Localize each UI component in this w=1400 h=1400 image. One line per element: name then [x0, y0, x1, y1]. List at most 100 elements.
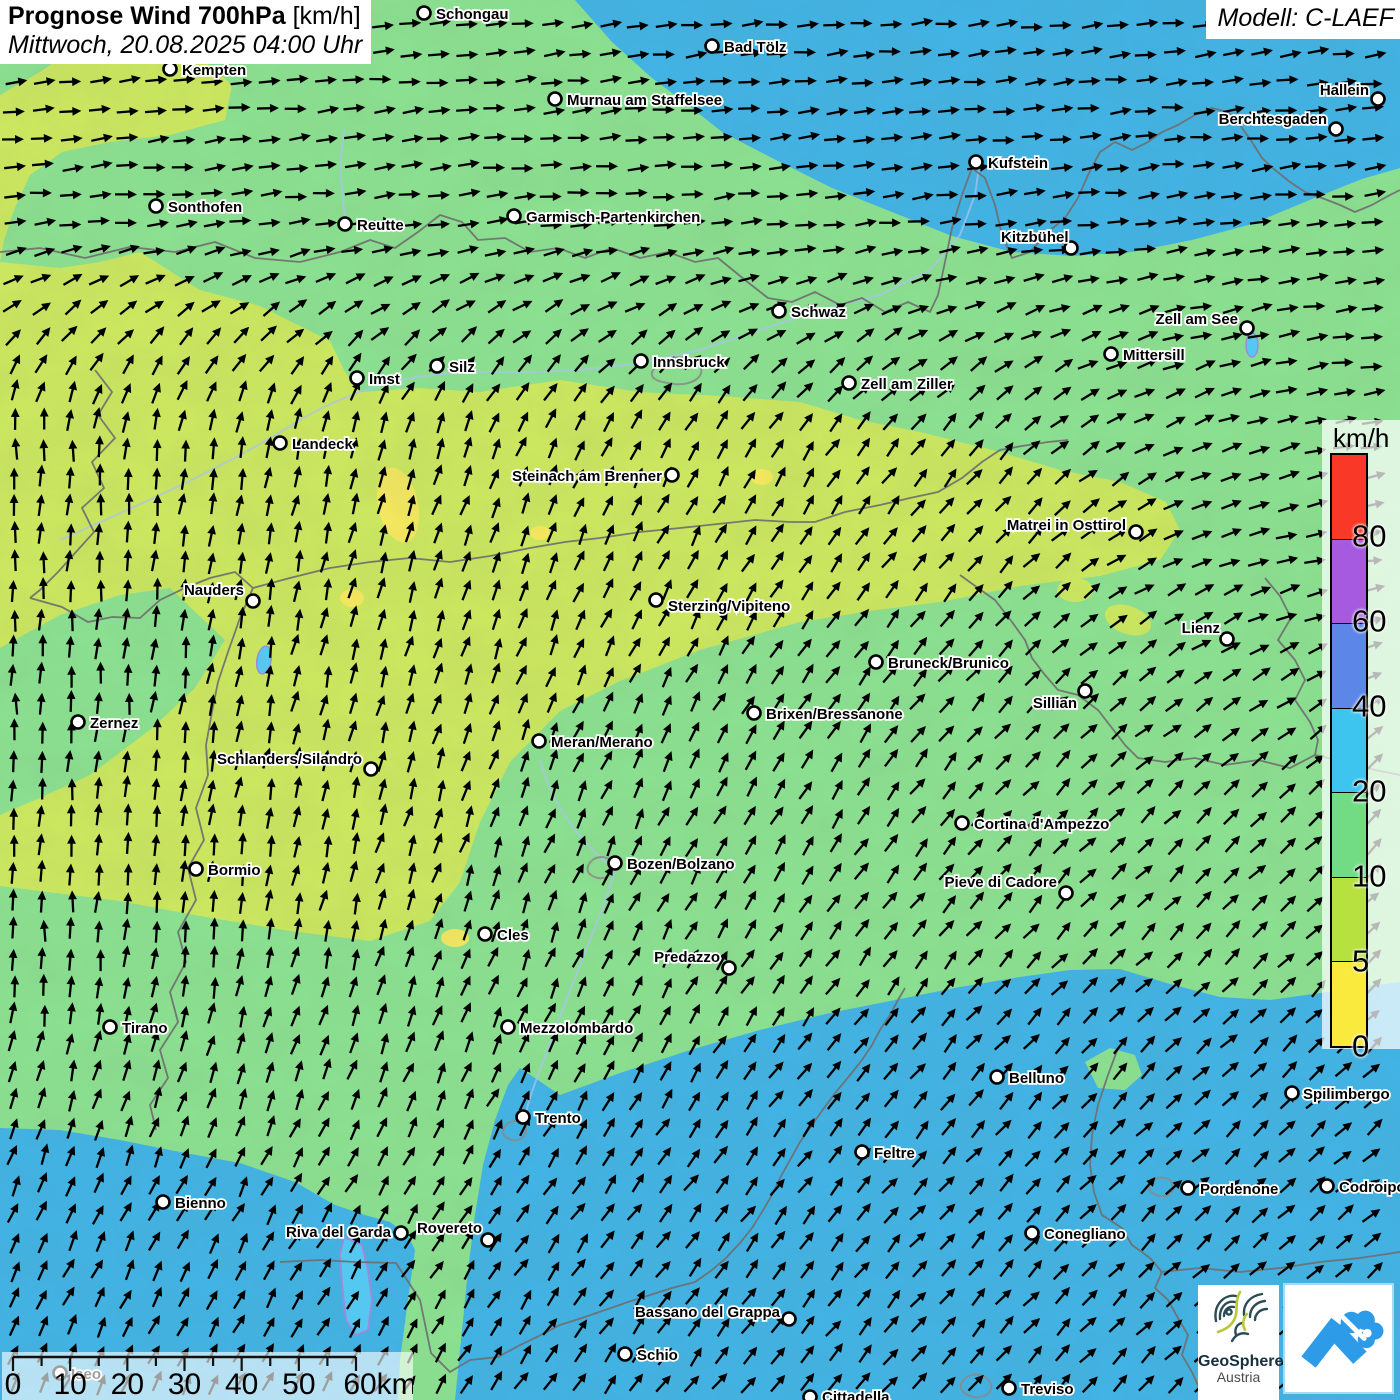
- city-marker: [970, 156, 983, 169]
- city-label: Sillian: [1033, 695, 1077, 712]
- svg-text:50: 50: [282, 1368, 315, 1400]
- city-marker: [1321, 1180, 1334, 1193]
- city-label: Matrei in Osttirol: [1007, 517, 1126, 534]
- city-label: Imst: [369, 371, 400, 388]
- city-label: Zernez: [90, 715, 138, 732]
- page-title: Prognose Wind 700hPa [km/h]: [8, 2, 362, 31]
- city-marker: [482, 1234, 495, 1247]
- legend-tick: 5: [1352, 944, 1369, 980]
- city-marker: [723, 962, 736, 975]
- city-marker: [856, 1146, 869, 1159]
- city-marker: [274, 437, 287, 450]
- scale-bar: 0102030405060km: [2, 1352, 413, 1400]
- city-label: Cittadella: [822, 1389, 890, 1400]
- legend: km/h 806040201050: [1322, 420, 1400, 1049]
- city-label: Bruneck/Brunico: [888, 655, 1009, 672]
- city-label: Lienz: [1182, 620, 1220, 637]
- city-marker: [365, 763, 378, 776]
- geosphere-icon: [1209, 1285, 1269, 1347]
- city-marker: [502, 1021, 515, 1034]
- city-marker: [431, 360, 444, 373]
- city-label: Kitzbühel: [1001, 229, 1069, 246]
- city-marker: [991, 1071, 1004, 1084]
- map-canvas: SchongauBad TölzKemptenMurnau am Staffel…: [0, 0, 1400, 1400]
- partner-logo: [1283, 1283, 1394, 1394]
- city-marker: [783, 1313, 796, 1326]
- city-label: Schlanders/Silandro: [217, 751, 362, 768]
- city-marker: [508, 210, 521, 223]
- city-marker: [164, 63, 177, 76]
- legend-tick: 10: [1352, 859, 1386, 895]
- city-marker: [1241, 322, 1254, 335]
- city-label: Bienno: [175, 1195, 226, 1212]
- scale-ruler: 0102030405060km: [2, 1352, 413, 1400]
- legend-tick: 0: [1352, 1029, 1369, 1065]
- city-label: Garmisch-Partenkirchen: [526, 209, 700, 226]
- city-label: Spilimbergo: [1303, 1086, 1390, 1103]
- city-marker: [650, 594, 663, 607]
- city-marker: [247, 595, 260, 608]
- model-label: Modell: C-LAEF: [1206, 0, 1400, 39]
- city-marker: [1286, 1087, 1299, 1100]
- mountain-cloud-icon: [1285, 1285, 1392, 1392]
- city-label: Steinach am Brenner: [512, 468, 662, 485]
- city-marker: [72, 716, 85, 729]
- city-marker: [666, 469, 679, 482]
- city-label: Bassano del Grappa: [635, 1304, 781, 1321]
- city-label: Cles: [497, 927, 529, 944]
- forecast-datetime: Mittwoch, 20.08.2025 04:00 Uhr: [8, 31, 362, 60]
- city-label: Conegliano: [1044, 1226, 1126, 1243]
- city-label: Bad Tölz: [724, 39, 787, 56]
- wind-forecast-map: SchongauBad TölzKemptenMurnau am Staffel…: [0, 0, 1400, 1400]
- svg-text:40: 40: [225, 1368, 258, 1400]
- city-label: Berchtesgaden: [1219, 111, 1327, 128]
- city-label: Zell am See: [1155, 311, 1238, 328]
- city-marker: [190, 863, 203, 876]
- geosphere-name: GeoSphere: [1198, 1353, 1279, 1370]
- city-label: Mezzolombardo: [520, 1020, 633, 1037]
- legend-tick: 60: [1352, 604, 1386, 640]
- city-label: Bormio: [208, 862, 261, 879]
- city-marker: [418, 7, 431, 20]
- city-label: Reutte: [357, 217, 404, 234]
- title-unit: [km/h]: [293, 2, 361, 30]
- legend-tick: 20: [1352, 774, 1386, 810]
- city-marker: [1003, 1382, 1016, 1395]
- city-label: Zell am Ziller: [861, 376, 953, 393]
- city-label: Hallein: [1320, 82, 1369, 99]
- title-box: Prognose Wind 700hPa [km/h] Mittwoch, 20…: [0, 0, 371, 64]
- svg-text:30: 30: [168, 1368, 201, 1400]
- city-marker: [1182, 1182, 1195, 1195]
- geosphere-country: Austria: [1198, 1370, 1279, 1385]
- city-marker: [1105, 348, 1118, 361]
- city-label: Nauders: [184, 582, 244, 599]
- city-label: Murnau am Staffelsee: [567, 92, 722, 109]
- legend-tick: 80: [1352, 519, 1386, 555]
- city-label: Treviso: [1021, 1381, 1074, 1398]
- city-label: Belluno: [1009, 1070, 1064, 1087]
- city-label: Schwaz: [791, 304, 846, 321]
- city-label: Codroipo: [1339, 1179, 1400, 1196]
- city-marker: [157, 1196, 170, 1209]
- city-marker: [517, 1111, 530, 1124]
- city-marker: [549, 93, 562, 106]
- city-marker: [1130, 526, 1143, 539]
- city-marker: [104, 1021, 117, 1034]
- legend-tick: 40: [1352, 689, 1386, 725]
- city-marker: [395, 1227, 408, 1240]
- city-label: Cortina d'Ampezzo: [974, 816, 1109, 833]
- svg-text:60km: 60km: [343, 1368, 413, 1400]
- city-marker: [956, 817, 969, 830]
- city-marker: [635, 355, 648, 368]
- city-label: Landeck: [292, 436, 354, 453]
- city-marker: [843, 377, 856, 390]
- city-label: Feltre: [874, 1145, 915, 1162]
- city-label: Riva del Garda: [286, 1224, 392, 1241]
- svg-text:0: 0: [5, 1368, 22, 1400]
- city-marker: [533, 735, 546, 748]
- city-label: Pieve di Cadore: [944, 874, 1057, 891]
- city-label: Tirano: [122, 1020, 168, 1037]
- city-marker: [870, 656, 883, 669]
- city-label: Innsbruck: [653, 354, 725, 371]
- city-marker: [1221, 633, 1234, 646]
